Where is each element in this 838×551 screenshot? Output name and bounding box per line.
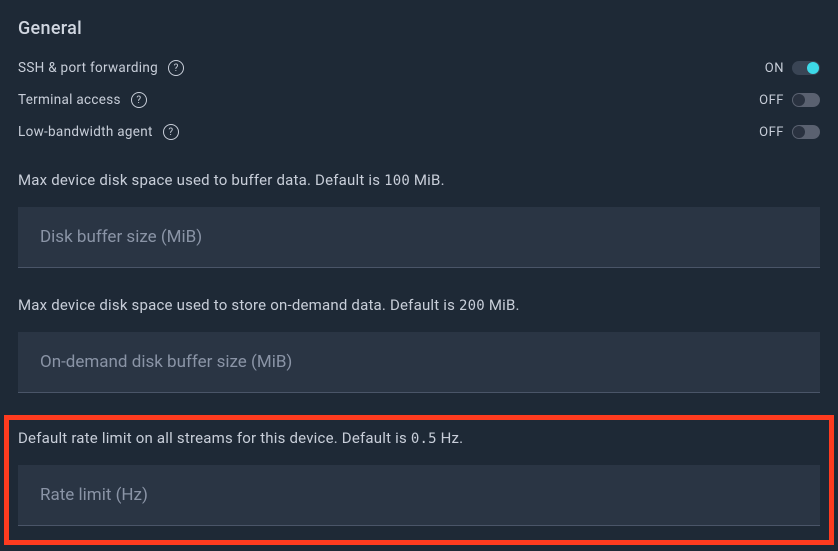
- rate-limit-input[interactable]: [18, 465, 820, 526]
- ssh-label: SSH & port forwarding: [18, 60, 158, 76]
- terminal-switch[interactable]: [792, 93, 820, 107]
- terminal-state: OFF: [759, 93, 784, 108]
- switch-knob: [793, 94, 805, 106]
- desc-value: 0.5: [411, 431, 437, 447]
- desc-prefix: Max device disk space used to buffer dat…: [18, 171, 384, 189]
- help-icon[interactable]: ?: [163, 124, 179, 140]
- help-icon[interactable]: ?: [168, 60, 184, 76]
- on-demand-input[interactable]: [18, 332, 820, 393]
- toggle-label-group: Terminal access ?: [18, 92, 147, 108]
- desc-value: 200: [459, 298, 485, 314]
- switch-knob: [807, 62, 819, 74]
- disk-buffer-input[interactable]: [18, 207, 820, 268]
- desc-prefix: Max device disk space used to store on-d…: [18, 296, 459, 314]
- toggle-label-group: SSH & port forwarding ?: [18, 60, 184, 76]
- terminal-label: Terminal access: [18, 92, 121, 108]
- on-demand-group: Max device disk space used to store on-d…: [18, 296, 820, 393]
- toggle-control: ON: [765, 61, 820, 76]
- low-bandwidth-state: OFF: [759, 125, 784, 140]
- desc-suffix: MiB.: [485, 296, 520, 314]
- desc-suffix: Hz.: [437, 429, 464, 447]
- desc-prefix: Default rate limit on all streams for th…: [18, 429, 411, 447]
- on-demand-description: Max device disk space used to store on-d…: [18, 296, 820, 314]
- toggle-row-low-bandwidth: Low-bandwidth agent ? OFF: [18, 121, 820, 143]
- rate-limit-highlighted: Default rate limit on all streams for th…: [4, 415, 834, 545]
- ssh-state: ON: [765, 61, 784, 76]
- section-title: General: [18, 18, 820, 39]
- switch-knob: [793, 126, 805, 138]
- disk-buffer-group: Max device disk space used to buffer dat…: [18, 171, 820, 268]
- toggle-label-group: Low-bandwidth agent ?: [18, 124, 179, 140]
- toggle-row-ssh: SSH & port forwarding ? ON: [18, 57, 820, 79]
- disk-buffer-description: Max device disk space used to buffer dat…: [18, 171, 820, 189]
- low-bandwidth-switch[interactable]: [792, 125, 820, 139]
- help-icon[interactable]: ?: [131, 92, 147, 108]
- toggle-control: OFF: [759, 93, 820, 108]
- desc-suffix: MiB.: [410, 171, 445, 189]
- ssh-switch[interactable]: [792, 61, 820, 75]
- rate-limit-description: Default rate limit on all streams for th…: [18, 429, 820, 447]
- toggle-row-terminal: Terminal access ? OFF: [18, 89, 820, 111]
- low-bandwidth-label: Low-bandwidth agent: [18, 124, 153, 140]
- desc-value: 100: [384, 173, 410, 189]
- toggle-control: OFF: [759, 125, 820, 140]
